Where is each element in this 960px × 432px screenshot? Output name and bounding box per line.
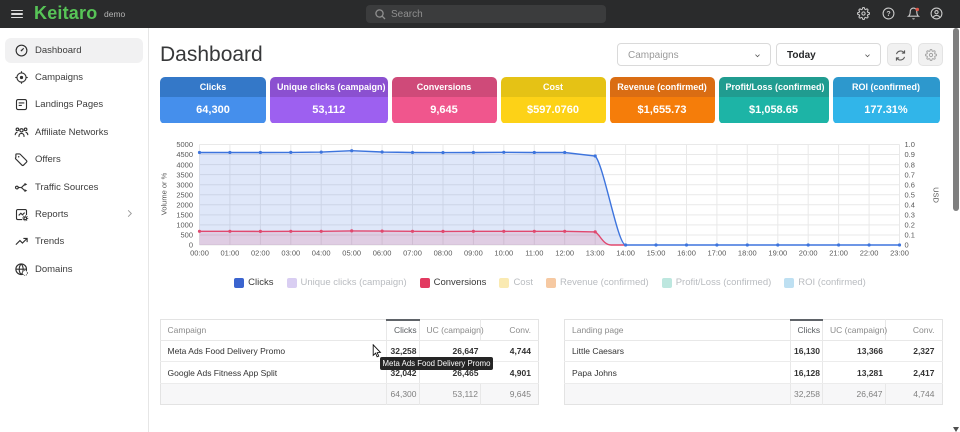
svg-text:21:00: 21:00 <box>829 249 848 258</box>
svg-text:11:00: 11:00 <box>525 249 543 258</box>
svg-text:5000: 5000 <box>176 140 193 149</box>
svg-text:2500: 2500 <box>176 190 193 199</box>
svg-text:Volume or %: Volume or % <box>160 172 169 215</box>
svg-text:02:00: 02:00 <box>251 249 270 258</box>
svg-text:4000: 4000 <box>176 160 193 169</box>
svg-text:0.5: 0.5 <box>905 190 915 199</box>
svg-text:08:00: 08:00 <box>434 249 453 258</box>
svg-text:19:00: 19:00 <box>768 249 787 258</box>
svg-text:2000: 2000 <box>176 201 193 210</box>
svg-text:12:00: 12:00 <box>555 249 574 258</box>
svg-text:1500: 1500 <box>176 211 193 220</box>
svg-text:15:00: 15:00 <box>647 249 666 258</box>
svg-text:22:00: 22:00 <box>860 249 879 258</box>
svg-text:4500: 4500 <box>176 150 193 159</box>
svg-text:USD: USD <box>932 187 941 203</box>
svg-text:23:00: 23:00 <box>890 249 909 258</box>
svg-text:01:00: 01:00 <box>221 249 240 258</box>
svg-text:0.2: 0.2 <box>905 221 915 230</box>
svg-text:0.4: 0.4 <box>905 201 915 210</box>
svg-text:07:00: 07:00 <box>403 249 422 258</box>
svg-text:09:00: 09:00 <box>464 249 483 258</box>
svg-text:20:00: 20:00 <box>799 249 818 258</box>
svg-text:0.7: 0.7 <box>905 170 915 179</box>
svg-text:04:00: 04:00 <box>312 249 331 258</box>
svg-text:0.8: 0.8 <box>905 160 915 169</box>
svg-text:03:00: 03:00 <box>281 249 300 258</box>
svg-text:17:00: 17:00 <box>708 249 727 258</box>
svg-text:500: 500 <box>180 231 193 240</box>
svg-text:06:00: 06:00 <box>373 249 392 258</box>
svg-text:05:00: 05:00 <box>342 249 361 258</box>
svg-text:14:00: 14:00 <box>616 249 635 258</box>
svg-text:1000: 1000 <box>176 221 193 230</box>
svg-text:0.3: 0.3 <box>905 211 915 220</box>
svg-text:3000: 3000 <box>176 180 193 189</box>
svg-text:0.6: 0.6 <box>905 180 915 189</box>
svg-text:13:00: 13:00 <box>586 249 605 258</box>
svg-text:0.1: 0.1 <box>905 231 915 240</box>
svg-text:1.0: 1.0 <box>905 140 915 149</box>
svg-text:16:00: 16:00 <box>677 249 696 258</box>
svg-text:0.9: 0.9 <box>905 150 915 159</box>
svg-text:18:00: 18:00 <box>738 249 757 258</box>
svg-text:10:00: 10:00 <box>494 249 513 258</box>
svg-text:00:00: 00:00 <box>190 249 209 258</box>
svg-text:3500: 3500 <box>176 170 193 179</box>
